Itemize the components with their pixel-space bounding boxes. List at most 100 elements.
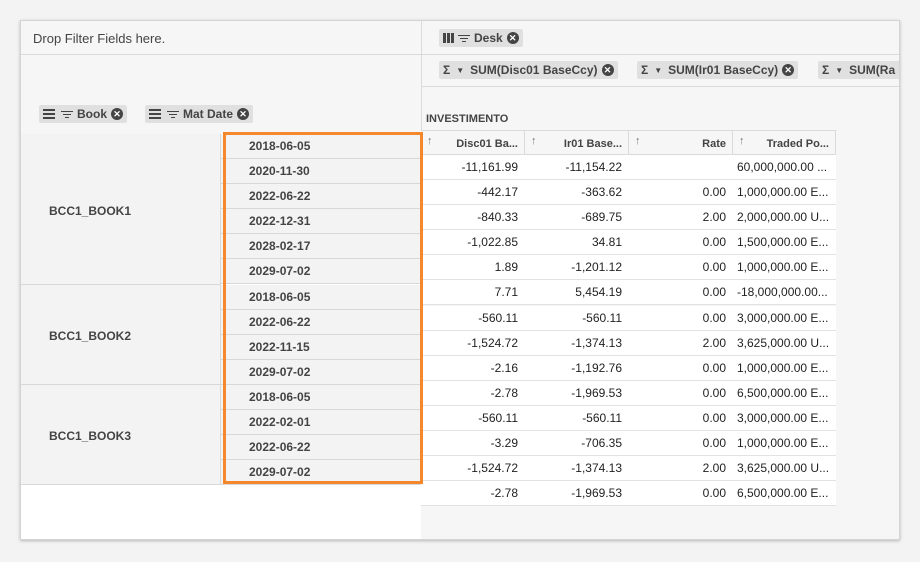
remove-measure-icon[interactable]: ✕ [601,64,614,76]
cell-disc01[interactable]: -11,161.99 [421,155,525,179]
cell-disc01[interactable]: 7.71 [421,280,525,304]
cell-disc01[interactable]: -2.78 [421,481,525,505]
cell-rate[interactable]: 0.00 [629,180,733,204]
cell-traded[interactable]: 1,000,000.00 E... [733,431,836,455]
caret-down-icon[interactable]: ▼ [835,66,843,75]
cell-ir01[interactable]: -706.35 [525,431,629,455]
measure-chip[interactable]: Σ ▼ SUM(Ir01 BaseCcy) ✕ [637,61,799,79]
cell-traded[interactable]: 1,000,000.00 E... [733,255,836,279]
measure-chip[interactable]: Σ ▼ SUM(Ra [818,61,899,79]
cell-ir01[interactable]: 34.81 [525,230,629,254]
cell-rate[interactable]: 0.00 [629,481,733,505]
cell-rate[interactable]: 2.00 [629,331,733,355]
cell-disc01[interactable]: 1.89 [421,255,525,279]
cell-ir01[interactable]: -1,374.13 [525,331,629,355]
sort-arrow-icon[interactable]: ↑ [427,135,433,147]
cell-traded[interactable]: 6,500,000.00 E... [733,481,836,505]
cell-disc01[interactable]: -2.16 [421,356,525,380]
filter-drop-zone[interactable]: Drop Filter Fields here. [21,21,421,55]
cell-ir01[interactable]: -1,201.12 [525,255,629,279]
remove-mat-date-field-icon[interactable]: ✕ [237,108,250,120]
cell-rate[interactable]: 2.00 [629,205,733,229]
cell-ir01[interactable]: -1,192.76 [525,356,629,380]
cell-traded[interactable]: 6,500,000.00 E... [733,381,836,405]
filter-icon[interactable] [167,110,179,119]
row-header-date[interactable]: 2029-07-02 [221,259,421,284]
cell-rate[interactable]: 2.00 [629,456,733,480]
column-header-disc01[interactable]: ↑ Disc01 Ba... [421,131,525,155]
column-field-chip-desk[interactable]: Desk ✕ [439,29,523,47]
cell-ir01[interactable]: 5,454.19 [525,280,629,304]
cell-traded[interactable]: 3,625,000.00 U... [733,331,836,355]
row-header-book[interactable]: BCC1_BOOK1 [21,134,221,285]
row-field-chip-mat-date[interactable]: Mat Date ✕ [145,105,254,123]
column-group-header[interactable]: INVESTIMENTO [421,108,836,131]
row-header-book[interactable]: BCC1_BOOK3 [21,385,221,485]
column-header-ir01[interactable]: ↑ Ir01 Base... [525,131,629,155]
cell-rate[interactable]: 0.00 [629,406,733,430]
cell-rate[interactable] [629,155,733,179]
cell-ir01[interactable]: -689.75 [525,205,629,229]
row-header-date[interactable]: 2022-11-15 [221,335,421,360]
measures-zone[interactable]: Σ ▼ SUM(Disc01 BaseCcy) ✕ Σ ▼ SUM(Ir01 B… [422,55,899,87]
cell-ir01[interactable]: -363.62 [525,180,629,204]
cell-ir01[interactable]: -560.11 [525,306,629,330]
cell-traded[interactable]: 60,000,000.00 ... [733,155,836,179]
remove-desk-field-icon[interactable]: ✕ [506,32,519,44]
measure-chip[interactable]: Σ ▼ SUM(Disc01 BaseCcy) ✕ [439,61,618,79]
cell-disc01[interactable]: -1,022.85 [421,230,525,254]
row-header-date[interactable]: 2018-06-05 [221,134,421,159]
sort-arrow-icon[interactable]: ↑ [739,135,745,147]
row-header-date[interactable]: 2022-12-31 [221,209,421,234]
cell-rate[interactable]: 0.00 [629,255,733,279]
column-fields-zone[interactable]: Desk ✕ [422,21,899,55]
cell-rate[interactable]: 0.00 [629,356,733,380]
cell-rate[interactable]: 0.00 [629,280,733,304]
cell-traded[interactable]: 3,625,000.00 U... [733,456,836,480]
cell-rate[interactable]: 0.00 [629,230,733,254]
caret-down-icon[interactable]: ▼ [654,66,662,75]
row-header-book[interactable]: BCC1_BOOK2 [21,285,221,385]
row-header-date[interactable]: 2029-07-02 [221,360,421,385]
row-header-date[interactable]: 2022-02-01 [221,410,421,435]
sort-arrow-icon[interactable]: ↑ [531,135,537,147]
row-field-chip-book[interactable]: Book ✕ [39,105,127,123]
cell-rate[interactable]: 0.00 [629,431,733,455]
row-header-date[interactable]: 2022-06-22 [221,435,421,460]
caret-down-icon[interactable]: ▼ [456,66,464,75]
cell-rate[interactable]: 0.00 [629,306,733,330]
row-header-date[interactable]: 2022-06-22 [221,184,421,209]
row-fields-zone[interactable]: Book ✕ Mat Date ✕ [21,55,421,135]
cell-traded[interactable]: 1,000,000.00 E... [733,180,836,204]
row-header-date[interactable]: 2020-11-30 [221,159,421,184]
row-header-date[interactable]: 2018-06-05 [221,385,421,410]
cell-disc01[interactable]: -1,524.72 [421,456,525,480]
row-header-date[interactable]: 2022-06-22 [221,310,421,335]
remove-book-field-icon[interactable]: ✕ [111,108,123,120]
cell-disc01[interactable]: -560.11 [421,406,525,430]
cell-traded[interactable]: 1,000,000.00 E... [733,356,836,380]
row-header-date[interactable]: 2029-07-02 [221,460,421,485]
row-header-date[interactable]: 2018-06-05 [221,285,421,310]
cell-disc01[interactable]: -840.33 [421,205,525,229]
cell-disc01[interactable]: -560.11 [421,306,525,330]
sort-arrow-icon[interactable]: ↑ [635,135,641,147]
column-header-traded[interactable]: ↑ Traded Po... [733,131,836,155]
cell-disc01[interactable]: -1,524.72 [421,331,525,355]
cell-ir01[interactable]: -560.11 [525,406,629,430]
cell-ir01[interactable]: -1,969.53 [525,381,629,405]
cell-traded[interactable]: 3,000,000.00 E... [733,306,836,330]
row-header-date[interactable]: 2028-02-17 [221,234,421,259]
filter-icon[interactable] [458,34,470,43]
remove-measure-icon[interactable]: ✕ [782,64,795,76]
cell-disc01[interactable]: -2.78 [421,381,525,405]
cell-traded[interactable]: 2,000,000.00 U... [733,205,836,229]
cell-disc01[interactable]: -442.17 [421,180,525,204]
cell-disc01[interactable]: -3.29 [421,431,525,455]
cell-traded[interactable]: -18,000,000.00... [733,280,836,304]
cell-rate[interactable]: 0.00 [629,381,733,405]
cell-traded[interactable]: 3,000,000.00 E... [733,406,836,430]
filter-icon[interactable] [61,110,73,119]
cell-ir01[interactable]: -1,969.53 [525,481,629,505]
cell-ir01[interactable]: -11,154.22 [525,155,629,179]
